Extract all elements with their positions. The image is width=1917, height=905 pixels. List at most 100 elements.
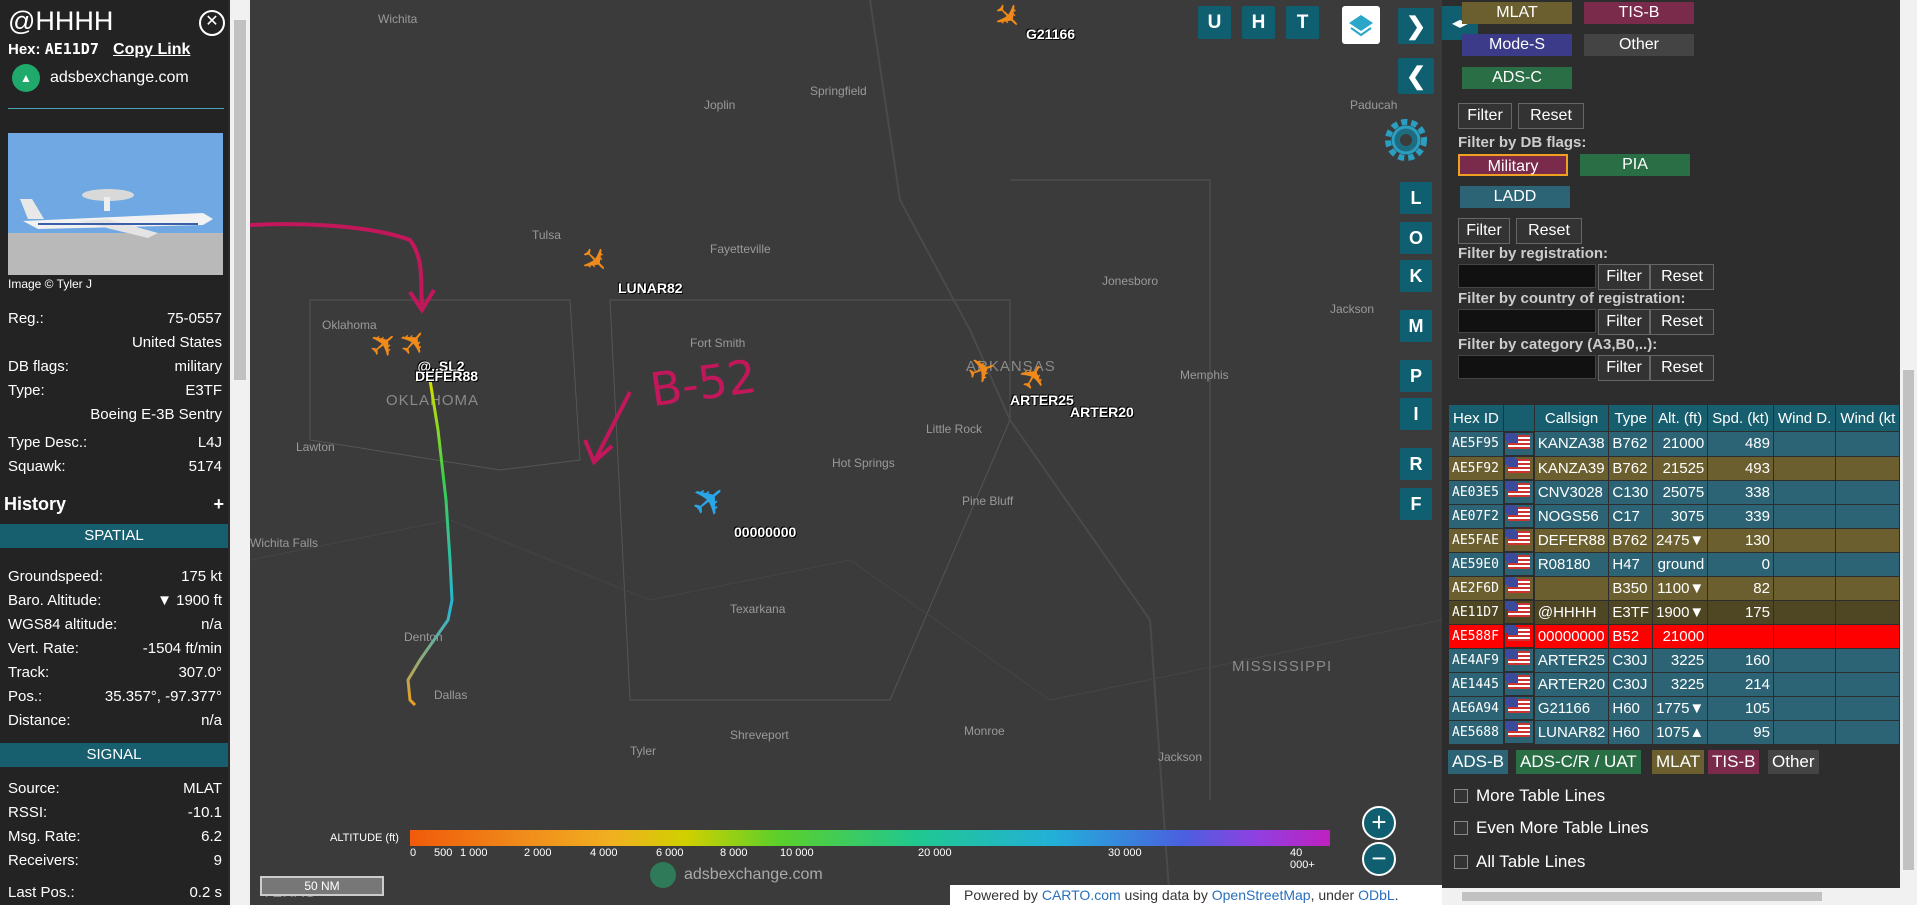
even-more-table-lines-option[interactable]: Even More Table Lines bbox=[1454, 818, 1649, 838]
checkbox[interactable] bbox=[1454, 821, 1468, 835]
vertical-scrollbar-thumb[interactable] bbox=[1903, 370, 1914, 870]
source-chip-other[interactable]: Other bbox=[1584, 34, 1694, 56]
filter-button[interactable]: Filter bbox=[1598, 264, 1650, 290]
cell-speed: 160 bbox=[1707, 647, 1774, 673]
aircraft-label-g21166[interactable]: G21166 bbox=[1026, 26, 1075, 42]
carto-link[interactable]: CARTO.com bbox=[1042, 887, 1121, 903]
reset-button[interactable]: Reset bbox=[1650, 264, 1714, 290]
aircraft-label-arter20[interactable]: ARTER20 bbox=[1070, 404, 1134, 420]
panel-vertical-scrollbar[interactable] bbox=[1900, 0, 1917, 905]
col-speed[interactable]: Spd. (kt) bbox=[1707, 404, 1774, 432]
close-icon[interactable]: ✕ bbox=[199, 10, 225, 36]
expand-right-button[interactable]: ❯ bbox=[1398, 8, 1434, 44]
osm-link[interactable]: OpenStreetMap bbox=[1212, 887, 1311, 903]
sidebar-scrollbar-thumb[interactable] bbox=[234, 20, 246, 380]
table-row[interactable]: AE03E5 CNV3028 C130 25075 338 bbox=[1448, 479, 1900, 505]
cell-speed: 214 bbox=[1707, 671, 1774, 697]
aircraft-label-defer88[interactable]: DEFER88 bbox=[415, 368, 478, 384]
h-button[interactable]: H bbox=[1242, 6, 1275, 39]
m-button[interactable]: M bbox=[1400, 310, 1432, 342]
filter-button[interactable]: Filter bbox=[1598, 355, 1650, 381]
r-button[interactable]: R bbox=[1400, 448, 1432, 480]
table-row[interactable]: AE4AF9 ARTER25 C30J 3225 160 bbox=[1448, 647, 1900, 673]
col-callsign[interactable]: Callsign bbox=[1533, 404, 1610, 432]
col-wind-dir[interactable]: Wind D. bbox=[1772, 404, 1837, 432]
table-row[interactable]: AE11D7 @HHHH E3TF 1900▼ 175 bbox=[1448, 599, 1900, 625]
table-row[interactable]: AE5FAE DEFER88 B762 2475▼ 130 bbox=[1448, 527, 1900, 553]
filter-button[interactable]: Filter bbox=[1598, 309, 1650, 335]
reset-button[interactable]: Reset bbox=[1650, 355, 1714, 381]
cell-flag bbox=[1503, 432, 1534, 456]
filter-button[interactable]: Filter bbox=[1458, 103, 1512, 129]
col-hex[interactable]: Hex ID bbox=[1448, 404, 1504, 432]
p-button[interactable]: P bbox=[1400, 360, 1432, 392]
table-row[interactable]: AE59E0 R08180 H47 ground 0 bbox=[1448, 551, 1900, 577]
db-flag-ladd[interactable]: LADD bbox=[1460, 186, 1570, 208]
cell-wind-dir bbox=[1772, 623, 1837, 649]
table-row[interactable]: AE5F95 KANZA38 B762 21000 489 bbox=[1448, 431, 1900, 457]
zoom-out-button[interactable]: − bbox=[1362, 842, 1396, 876]
o-button[interactable]: O bbox=[1400, 222, 1432, 254]
l-button[interactable]: L bbox=[1400, 182, 1432, 214]
cell-wind-speed bbox=[1835, 527, 1900, 553]
f-button[interactable]: F bbox=[1400, 488, 1432, 520]
u-button[interactable]: U bbox=[1198, 6, 1231, 39]
map-scale: 50 NM bbox=[260, 876, 384, 896]
panel-horizontal-scrollbar[interactable] bbox=[1442, 888, 1900, 905]
cell-type: C30J bbox=[1608, 647, 1654, 673]
aircraft-list-panel: ◂▸ MLAT TIS-B Mode-S Other ADS-C Filter … bbox=[1442, 0, 1900, 905]
collapse-left-button[interactable]: ❮ bbox=[1398, 58, 1434, 94]
col-altitude[interactable]: Alt. (ft) bbox=[1652, 404, 1709, 432]
spatial-position: Pos.: 35.357°, -97.377° bbox=[8, 688, 222, 705]
aircraft-label-lunar82[interactable]: LUNAR82 bbox=[618, 280, 683, 296]
horizontal-scrollbar-thumb[interactable] bbox=[1462, 892, 1822, 901]
all-table-lines-option[interactable]: All Table Lines bbox=[1454, 852, 1585, 872]
reset-button[interactable]: Reset bbox=[1518, 103, 1584, 129]
copy-link[interactable]: Copy Link bbox=[113, 41, 190, 58]
cell-wind-speed bbox=[1835, 719, 1900, 745]
aircraft-photo[interactable] bbox=[8, 133, 223, 275]
sidebar-scrollbar[interactable] bbox=[230, 0, 250, 905]
source-chip-tisb[interactable]: TIS-B bbox=[1584, 2, 1694, 24]
cell-altitude: 2475▼ bbox=[1652, 527, 1709, 553]
history-header[interactable]: History + bbox=[4, 494, 224, 515]
checkbox[interactable] bbox=[1454, 855, 1468, 869]
db-flag-pia[interactable]: PIA bbox=[1580, 154, 1690, 176]
source-chip-mlat[interactable]: MLAT bbox=[1462, 2, 1572, 24]
reset-button[interactable]: Reset bbox=[1516, 218, 1582, 244]
table-row[interactable]: AE5688 LUNAR82 H60 1075▲ 95 bbox=[1448, 719, 1900, 745]
table-row[interactable]: AE07F2 NOGS56 C17 3075 339 bbox=[1448, 503, 1900, 529]
t-button[interactable]: T bbox=[1286, 6, 1319, 39]
aircraft-label-arter25[interactable]: ARTER25 bbox=[1010, 392, 1074, 408]
layers-button[interactable] bbox=[1342, 6, 1380, 44]
table-row[interactable]: AE2F6D B350 1100▼ 82 bbox=[1448, 575, 1900, 601]
adsbexchange-link[interactable]: ▲ adsbexchange.com bbox=[12, 64, 189, 92]
table-row[interactable]: AE5F92 KANZA39 B762 21525 493 bbox=[1448, 455, 1900, 481]
aircraft-label-00000000[interactable]: 00000000 bbox=[734, 524, 796, 540]
country-input[interactable] bbox=[1458, 309, 1596, 333]
zoom-in-button[interactable]: + bbox=[1362, 806, 1396, 840]
checkbox[interactable] bbox=[1454, 789, 1468, 803]
expand-plus-icon[interactable]: + bbox=[213, 494, 224, 515]
registration-input[interactable] bbox=[1458, 264, 1596, 288]
source-chip-adsc[interactable]: ADS-C bbox=[1462, 67, 1572, 89]
col-flag[interactable] bbox=[1502, 404, 1535, 432]
table-row[interactable]: AE588F 00000000 B52 21000 bbox=[1448, 623, 1900, 649]
col-wind-speed[interactable]: Wind (kt bbox=[1835, 404, 1900, 432]
i-button[interactable]: I bbox=[1400, 398, 1432, 430]
more-table-lines-option[interactable]: More Table Lines bbox=[1454, 786, 1605, 806]
spatial-section-header[interactable]: SPATIAL bbox=[0, 524, 228, 548]
category-input[interactable] bbox=[1458, 355, 1596, 379]
table-row[interactable]: AE1445 ARTER20 C30J 3225 214 bbox=[1448, 671, 1900, 697]
table-row[interactable]: AE6A94 G21166 H60 1775▼ 105 bbox=[1448, 695, 1900, 721]
db-flag-military[interactable]: Military bbox=[1458, 154, 1568, 176]
settings-button[interactable] bbox=[1378, 112, 1434, 168]
signal-section-header[interactable]: SIGNAL bbox=[0, 743, 228, 767]
col-type[interactable]: Type bbox=[1608, 404, 1654, 432]
odbl-link[interactable]: ODbL bbox=[1358, 887, 1395, 903]
reset-button[interactable]: Reset bbox=[1650, 309, 1714, 335]
map-view[interactable]: Wichita Springfield Joplin Paducah Tulsa… bbox=[250, 0, 1442, 905]
filter-button[interactable]: Filter bbox=[1458, 218, 1510, 244]
source-chip-modes[interactable]: Mode-S bbox=[1462, 34, 1572, 56]
k-button[interactable]: K bbox=[1400, 260, 1432, 292]
